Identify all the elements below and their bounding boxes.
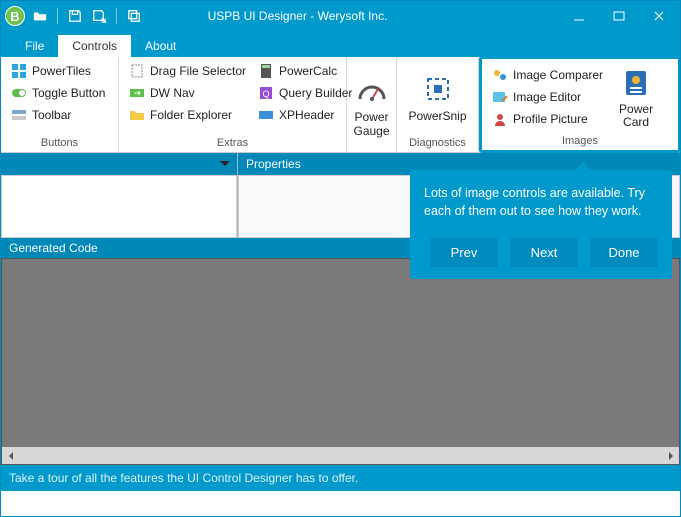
menu-file[interactable]: File <box>11 35 58 57</box>
label: Toolbar <box>32 108 71 122</box>
label: Toggle Button <box>32 86 105 100</box>
callout-text: Lots of image controls are available. Tr… <box>424 184 658 220</box>
label: Drag File Selector <box>150 64 246 78</box>
snip-icon <box>422 73 454 105</box>
status-bar: Take a tour of all the features the UI C… <box>1 465 680 491</box>
maximize-button[interactable] <box>602 1 636 31</box>
btn-powercalc[interactable]: PowerCalc <box>254 61 356 81</box>
tour-done-button[interactable]: Done <box>590 238 658 267</box>
menu-controls[interactable]: Controls <box>58 35 131 57</box>
card-icon <box>620 67 652 99</box>
btn-profile-picture[interactable]: Profile Picture <box>488 109 607 129</box>
menubar: File Controls About <box>1 31 680 57</box>
separator <box>57 8 58 24</box>
image-comparer-icon <box>492 67 508 83</box>
calc-icon <box>258 63 274 79</box>
btn-folder-explorer[interactable]: Folder Explorer <box>125 105 250 125</box>
label: XPHeader <box>279 108 334 122</box>
svg-text:Q: Q <box>263 89 270 99</box>
tour-callout: Lots of image controls are available. Tr… <box>410 170 672 279</box>
btn-image-editor[interactable]: Image Editor <box>488 87 607 107</box>
label: Power Gauge <box>353 111 389 137</box>
ribbon-group-extras: Drag File Selector DW Nav Folder Explore… <box>119 57 347 152</box>
separator <box>116 8 117 24</box>
horizontal-scrollbar[interactable] <box>2 447 679 464</box>
minimize-button[interactable] <box>562 1 596 31</box>
label: Image Editor <box>513 90 581 104</box>
tiles-icon <box>11 63 27 79</box>
toolbox-pane <box>1 153 238 238</box>
profile-picture-icon <box>492 111 508 127</box>
toolbar-icon <box>11 107 27 123</box>
folder-icon <box>129 107 145 123</box>
ribbon-group-buttons: PowerTiles Toggle Button Toolbar Buttons <box>1 57 119 152</box>
titlebar: B USPB UI Designer - Werysoft Inc. <box>1 1 680 31</box>
save-as-icon[interactable] <box>90 7 108 25</box>
app-logo-icon: B <box>5 6 25 26</box>
ribbon-group-diagnostics: PowerSnip Diagnostics <box>397 57 479 152</box>
group-label: Diagnostics <box>403 135 472 152</box>
group-label: Extras <box>125 135 340 152</box>
toolbox-body <box>1 175 237 238</box>
ribbon: PowerTiles Toggle Button Toolbar Buttons <box>1 57 680 153</box>
image-editor-icon <box>492 89 508 105</box>
open-folder-icon[interactable] <box>31 7 49 25</box>
label: PowerCalc <box>279 64 337 78</box>
scroll-right-icon[interactable] <box>662 447 679 464</box>
ribbon-group-power-gauge: Power Gauge <box>347 57 397 152</box>
label: DW Nav <box>150 86 195 100</box>
btn-power-card[interactable]: Power Card <box>613 63 659 133</box>
label: PowerTiles <box>32 64 91 78</box>
btn-dw-nav[interactable]: DW Nav <box>125 83 250 103</box>
window-title: USPB UI Designer - Werysoft Inc. <box>149 9 556 23</box>
toolbox-dropdown[interactable] <box>1 153 237 175</box>
query-icon: Q <box>258 85 274 101</box>
app-window: B USPB UI Designer - Werysoft Inc. File … <box>0 0 681 517</box>
label: Power Card <box>619 103 653 129</box>
ribbon-group-images: Image Comparer Image Editor Profile Pict… <box>479 56 681 153</box>
tour-prev-button[interactable]: Prev <box>430 238 498 267</box>
close-button[interactable] <box>642 1 676 31</box>
label: Profile Picture <box>513 112 588 126</box>
btn-image-comparer[interactable]: Image Comparer <box>488 65 607 85</box>
btn-powersnip[interactable]: PowerSnip <box>402 61 472 135</box>
btn-power-gauge[interactable]: Power Gauge <box>347 61 395 152</box>
drag-file-icon <box>129 63 145 79</box>
label: Query Builder <box>279 86 352 100</box>
label: Folder Explorer <box>150 108 232 122</box>
label: Image Comparer <box>513 68 603 82</box>
label: PowerSnip <box>408 109 466 123</box>
group-label: Images <box>488 133 672 150</box>
btn-query-builder[interactable]: Q Query Builder <box>254 83 356 103</box>
btn-toggle-button[interactable]: Toggle Button <box>7 83 109 103</box>
btn-powertiles[interactable]: PowerTiles <box>7 61 109 81</box>
toggle-icon <box>11 85 27 101</box>
menu-about[interactable]: About <box>131 35 190 57</box>
group-label: Buttons <box>7 135 112 152</box>
gauge-icon <box>356 75 388 107</box>
copy-icon[interactable] <box>125 7 143 25</box>
save-icon[interactable] <box>66 7 84 25</box>
xpheader-icon <box>258 107 274 123</box>
dw-nav-icon <box>129 85 145 101</box>
btn-drag-file-selector[interactable]: Drag File Selector <box>125 61 250 81</box>
btn-xpheader[interactable]: XPHeader <box>254 105 356 125</box>
tour-next-button[interactable]: Next <box>510 238 578 267</box>
scroll-left-icon[interactable] <box>2 447 19 464</box>
status-text: Take a tour of all the features the UI C… <box>9 471 358 485</box>
btn-toolbar[interactable]: Toolbar <box>7 105 109 125</box>
generated-code-body <box>1 258 680 465</box>
